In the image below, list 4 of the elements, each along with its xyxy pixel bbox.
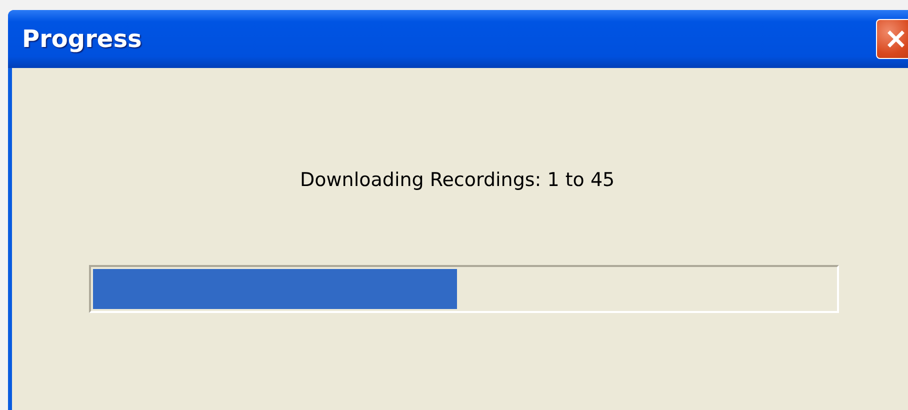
- close-button[interactable]: [876, 19, 908, 59]
- status-message: Downloading Recordings: 1 to 45: [300, 169, 615, 191]
- close-icon: [886, 29, 906, 49]
- window-title: Progress: [22, 25, 142, 53]
